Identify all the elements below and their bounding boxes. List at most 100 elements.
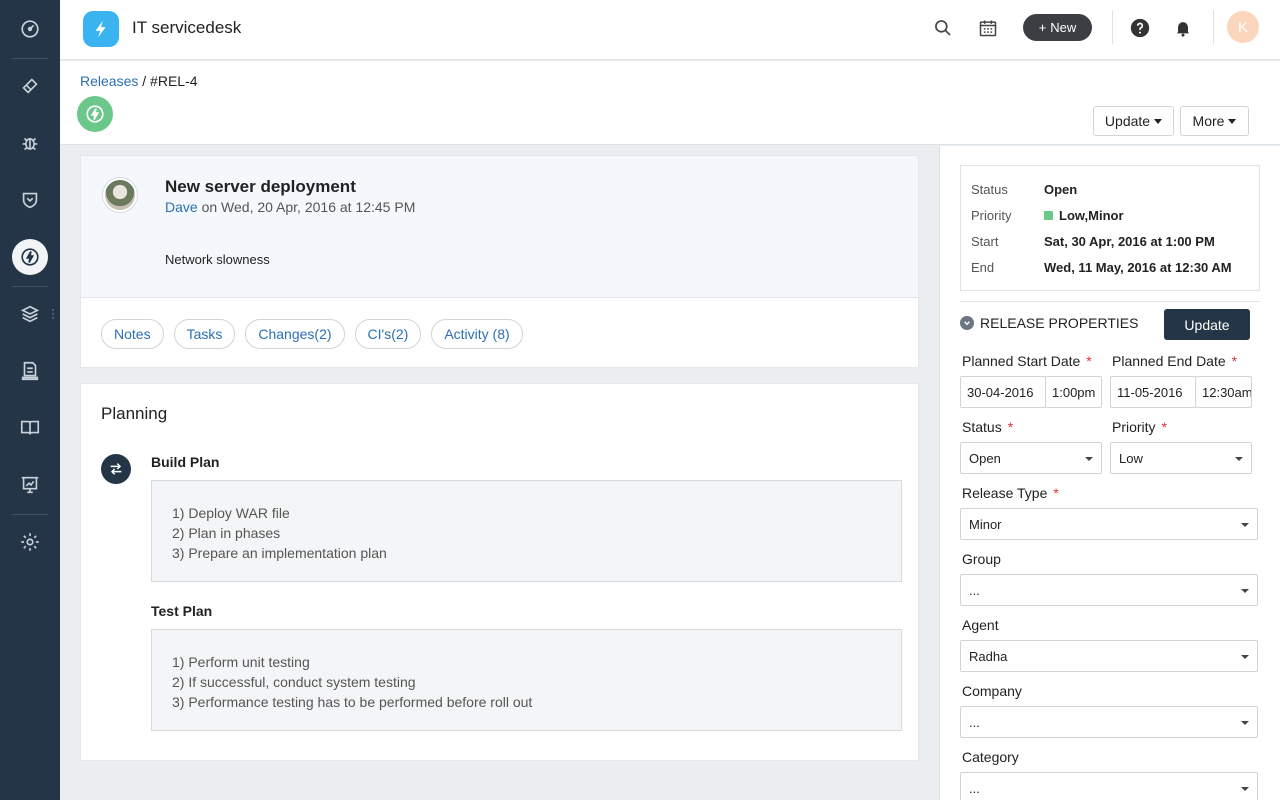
planned-end-label: Planned End Date * (1112, 353, 1238, 369)
left-sidebar: · · · (0, 0, 60, 800)
release-tabs: Notes Tasks Changes(2) CI's(2) Activity … (101, 319, 523, 349)
update-button-label: Update (1104, 113, 1151, 129)
planned-start-date-input[interactable]: 30-04-2016 (960, 376, 1046, 408)
bell-icon[interactable] (1171, 16, 1195, 40)
help-icon[interactable] (1128, 16, 1152, 40)
properties-panel: Status Open Priority Low,Minor Start Sat… (939, 146, 1280, 800)
status-select[interactable]: Open (960, 442, 1102, 474)
author-avatar (103, 178, 137, 212)
agent-select[interactable]: Radha (960, 640, 1258, 672)
release-created-at: on Wed, 20 Apr, 2016 at 12:45 PM (201, 199, 416, 215)
summary-label: Priority (971, 208, 1012, 223)
search-icon[interactable] (931, 16, 955, 40)
summary-value: Open (1044, 182, 1078, 197)
document-icon[interactable] (0, 351, 60, 391)
priority-select[interactable]: Low (1110, 442, 1252, 474)
caret-down-icon (1085, 457, 1093, 461)
user-avatar[interactable]: K (1227, 11, 1259, 43)
caret-down-icon (1241, 589, 1249, 593)
category-select[interactable]: ... (960, 772, 1258, 800)
dashboard-icon[interactable] (0, 9, 60, 49)
release-meta: Dave on Wed, 20 Apr, 2016 at 12:45 PM (165, 199, 415, 215)
chevron-down-icon (960, 316, 974, 330)
settings-icon[interactable] (0, 522, 60, 562)
planning-heading: Planning (101, 404, 168, 423)
nav-divider (12, 58, 48, 59)
caret-down-icon (1241, 655, 1249, 659)
shield-icon[interactable] (0, 180, 60, 220)
new-button[interactable]: + New (1023, 14, 1092, 41)
caret-down-icon (1235, 457, 1243, 461)
agent-label: Agent (962, 617, 999, 633)
new-button-label: New (1050, 20, 1077, 35)
priority-select-value: Low (1119, 450, 1143, 466)
caret-down-icon (1228, 118, 1237, 124)
app-title: IT servicedesk (132, 18, 242, 37)
company-select-value: ... (969, 714, 980, 730)
tab-tasks[interactable]: Tasks (173, 319, 236, 349)
group-select[interactable]: ... (960, 574, 1258, 606)
calendar-icon[interactable] (976, 16, 1000, 40)
build-plan-line: 2) Plan in phases (172, 525, 281, 541)
category-label: Category (962, 749, 1019, 765)
planned-end-time-input[interactable]: 12:30am (1195, 376, 1252, 408)
more-dots-icon[interactable]: · · · (51, 303, 55, 323)
planned-end-date-input[interactable]: 11-05-2016 (1110, 376, 1196, 408)
release-title: New server deployment (165, 177, 356, 196)
ticket-icon[interactable] (0, 66, 60, 106)
release-summary: New server deployment Dave on Wed, 20 Ap… (81, 156, 918, 298)
caret-down-icon (1241, 523, 1249, 527)
release-type-select-value: Minor (969, 516, 1002, 532)
more-dropdown-button[interactable]: More (1180, 106, 1249, 136)
category-select-value: ... (969, 780, 980, 796)
plus-icon: + (1038, 20, 1047, 35)
more-button-label: More (1192, 113, 1225, 129)
release-details-card: New server deployment Dave on Wed, 20 Ap… (80, 155, 919, 368)
company-label: Company (962, 683, 1022, 699)
releases-icon[interactable] (0, 237, 60, 277)
summary-label: Status (971, 182, 1008, 197)
release-type-badge (77, 96, 113, 132)
top-header: IT servicedesk + New K (60, 0, 1280, 60)
group-select-value: ... (969, 582, 980, 598)
priority-text: Low,Minor (1059, 208, 1124, 223)
tab-cis[interactable]: CI's(2) (354, 319, 422, 349)
properties-update-button[interactable]: Update (1164, 309, 1250, 340)
test-plan-heading: Test Plan (151, 603, 213, 619)
page-header: Releases / #REL-4 Update More (60, 61, 1280, 145)
test-plan-line: 1) Perform unit testing (172, 654, 310, 670)
swap-arrows-icon (101, 454, 131, 484)
tab-changes[interactable]: Changes(2) (245, 319, 345, 349)
bug-icon[interactable] (0, 123, 60, 163)
planned-start-time-input[interactable]: 1:00pm (1045, 376, 1102, 408)
summary-label: End (971, 260, 995, 275)
company-select[interactable]: ... (960, 706, 1258, 738)
release-properties-heading: RELEASE PROPERTIES (980, 315, 1139, 331)
release-type-select[interactable]: Minor (960, 508, 1258, 540)
summary-value: Low,Minor (1044, 208, 1124, 223)
panel-divider (960, 301, 1260, 302)
summary-value: Wed, 11 May, 2016 at 12:30 AM (1044, 260, 1232, 275)
reports-icon[interactable] (0, 465, 60, 505)
release-type-label: Release Type * (962, 485, 1059, 501)
tab-activity[interactable]: Activity (8) (431, 319, 523, 349)
header-divider (1213, 10, 1214, 44)
build-plan-heading: Build Plan (151, 454, 220, 470)
app-logo[interactable] (83, 11, 119, 47)
book-icon[interactable] (0, 408, 60, 448)
build-plan-line: 3) Prepare an implementation plan (172, 545, 387, 561)
update-dropdown-button[interactable]: Update (1093, 106, 1174, 136)
release-description: Network slowness (165, 252, 270, 267)
release-properties-toggle[interactable]: RELEASE PROPERTIES (960, 315, 1138, 331)
test-plan-box: 1) Perform unit testing 2) If successful… (151, 629, 902, 731)
author-link[interactable]: Dave (165, 199, 198, 215)
tab-notes[interactable]: Notes (101, 319, 164, 349)
status-summary: Status Open Priority Low,Minor Start Sat… (960, 165, 1260, 291)
nav-divider (12, 514, 48, 515)
group-label: Group (962, 551, 1001, 567)
summary-value: Sat, 30 Apr, 2016 at 1:00 PM (1044, 234, 1215, 249)
status-select-value: Open (969, 450, 1001, 466)
test-plan-line: 2) If successful, conduct system testing (172, 674, 416, 690)
breadcrumb-releases-link[interactable]: Releases (80, 73, 138, 89)
priority-label: Priority * (1112, 419, 1168, 435)
